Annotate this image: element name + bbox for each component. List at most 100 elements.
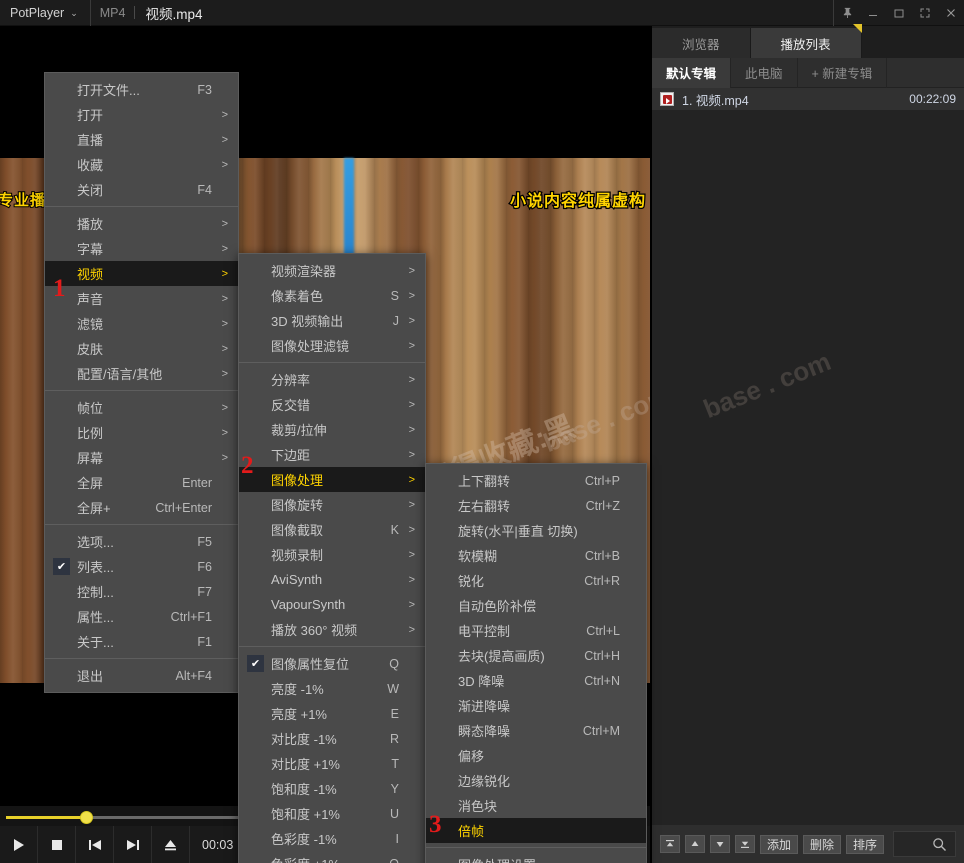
menu-item[interactable]: 退出 Alt+F4 <box>45 663 238 688</box>
menu-item[interactable]: 瞬态降噪 Ctrl+M <box>426 718 646 743</box>
minimize-icon[interactable] <box>860 0 886 26</box>
menu-item[interactable]: 亮度 +1% E <box>239 701 425 726</box>
menu-item[interactable]: 滤镜 > <box>45 311 238 336</box>
menu-item[interactable]: 配置/语言/其他 > <box>45 361 238 386</box>
menu-item[interactable]: 属性... Ctrl+F1 <box>45 604 238 629</box>
menu-item[interactable]: 打开 > <box>45 102 238 127</box>
add-button[interactable]: 添加 <box>760 834 799 854</box>
menu-item[interactable]: 屏幕 > <box>45 445 238 470</box>
image-processing-submenu[interactable]: 上下翻转 Ctrl+P 左右翻转 Ctrl+Z 旋转(水平|垂直 切换) 软模糊 Ctrl+… <box>425 463 647 863</box>
tab-playlist[interactable]: 播放列表 <box>750 24 862 58</box>
menu-item[interactable]: 饱和度 +1% U <box>239 801 425 826</box>
menu-item[interactable]: 上下翻转 Ctrl+P <box>426 468 646 493</box>
menu-item[interactable]: 视频录制 > <box>239 542 425 567</box>
menu-item[interactable]: 3D 降噪 Ctrl+N <box>426 668 646 693</box>
menu-item[interactable]: 图像处理设置... <box>426 852 646 863</box>
menu-item[interactable]: 帧位 > <box>45 395 238 420</box>
submenu-arrow-icon: > <box>408 623 415 636</box>
menu-item[interactable]: 下边距 > <box>239 442 425 467</box>
menu-item[interactable]: 图像截取 K > <box>239 517 425 542</box>
video-submenu[interactable]: 视频渲染器 > 像素着色 S >3D 视频输出 J > 图像处理滤镜 > 分辨率 > 反交错 > 裁剪/拉… <box>238 253 426 863</box>
menu-item[interactable]: 自动色阶补偿 <box>426 593 646 618</box>
subtab-new-album[interactable]: + 新建专辑 <box>798 57 888 88</box>
menu-item[interactable]: 收藏 > <box>45 152 238 177</box>
menu-item[interactable]: VapourSynth > <box>239 592 425 617</box>
menu-item[interactable]: 图像处理 > <box>239 467 425 492</box>
playlist-item-duration: 00:22:09 <box>909 92 956 106</box>
previous-button[interactable] <box>76 826 114 863</box>
menu-item-label: 视频录制 <box>271 548 324 563</box>
move-top-button[interactable] <box>660 835 680 853</box>
menu-item[interactable]: 关闭 F4 <box>45 177 238 202</box>
menu-item[interactable]: 软模糊 Ctrl+B <box>426 543 646 568</box>
stop-button[interactable] <box>38 826 76 863</box>
menu-item-shortcut: Ctrl+N <box>584 673 620 688</box>
menu-item[interactable]: 对比度 -1% R <box>239 726 425 751</box>
menu-item[interactable]: 反交错 > <box>239 392 425 417</box>
eject-button[interactable] <box>152 826 190 863</box>
close-icon[interactable] <box>938 0 964 26</box>
menu-item[interactable]: 旋转(水平|垂直 切换) <box>426 518 646 543</box>
play-button[interactable] <box>0 826 38 863</box>
menu-item[interactable]: 色彩度 +1% O <box>239 851 425 863</box>
menu-item[interactable]: 亮度 -1% W <box>239 676 425 701</box>
menu-item[interactable]: 图像旋转 > <box>239 492 425 517</box>
seek-handle[interactable] <box>80 811 93 824</box>
menu-item[interactable]: 播放 360° 视频 > <box>239 617 425 642</box>
menu-item[interactable]: 锐化 Ctrl+R <box>426 568 646 593</box>
menu-item[interactable]: ✔ 列表... F6 <box>45 554 238 579</box>
menu-item[interactable]: 关于... F1 <box>45 629 238 654</box>
subtab-this-pc[interactable]: 此电脑 <box>731 57 798 88</box>
search-input[interactable] <box>893 831 956 857</box>
menu-item[interactable]: 去块(提高画质) Ctrl+H <box>426 643 646 668</box>
menu-item[interactable]: 对比度 +1% T <box>239 751 425 776</box>
menu-item[interactable]: 渐进降噪 <box>426 693 646 718</box>
move-up-button[interactable] <box>685 835 705 853</box>
menu-item[interactable]: 控制... F7 <box>45 579 238 604</box>
list-item[interactable]: 1. 视频.mp4 00:22:09 <box>652 88 964 110</box>
move-bottom-button[interactable] <box>735 835 755 853</box>
menu-item[interactable]: 3D 视频输出 J > <box>239 308 425 333</box>
menu-item[interactable]: 裁剪/拉伸 > <box>239 417 425 442</box>
menu-item[interactable]: 全屏+ Ctrl+Enter <box>45 495 238 520</box>
menu-item[interactable]: 播放 > <box>45 211 238 236</box>
submenu-arrow-icon: > <box>221 367 228 380</box>
subtab-default-album[interactable]: 默认专辑 <box>652 57 732 88</box>
menu-item[interactable]: 饱和度 -1% Y <box>239 776 425 801</box>
menu-item[interactable]: 图像处理滤镜 > <box>239 333 425 358</box>
menu-item[interactable]: 视频 > <box>45 261 238 286</box>
sort-button[interactable]: 排序 <box>846 834 885 854</box>
main-context-menu[interactable]: 打开文件... F3 打开 > 直播 > 收藏 > 关闭 F4 播放 > 字幕 > 视频 > 声音 > 滤镜 > 皮肤 >… <box>44 72 239 693</box>
app-menu-button[interactable]: PotPlayer ⌄ <box>0 0 90 26</box>
menu-item[interactable]: 偏移 <box>426 743 646 768</box>
pin-icon[interactable] <box>834 0 860 26</box>
menu-item[interactable]: 色彩度 -1% I <box>239 826 425 851</box>
menu-item[interactable]: ✔ 图像属性复位 Q <box>239 651 425 676</box>
move-down-button[interactable] <box>710 835 730 853</box>
menu-item[interactable]: 边缘锐化 <box>426 768 646 793</box>
menu-item[interactable]: 倍帧 <box>426 818 646 843</box>
menu-item[interactable]: 皮肤 > <box>45 336 238 361</box>
menu-item[interactable]: 左右翻转 Ctrl+Z <box>426 493 646 518</box>
menu-item[interactable]: 打开文件... F3 <box>45 77 238 102</box>
menu-item-shortcut: F1 <box>197 634 212 649</box>
delete-button[interactable]: 删除 <box>803 834 842 854</box>
fullscreen-icon[interactable] <box>912 0 938 26</box>
menu-item[interactable]: 消色块 <box>426 793 646 818</box>
tab-browser[interactable]: 浏览器 <box>652 28 751 58</box>
menu-item[interactable]: 像素着色 S > <box>239 283 425 308</box>
menu-item[interactable]: 选项... F5 <box>45 529 238 554</box>
menu-item[interactable]: 分辨率 > <box>239 367 425 392</box>
maximize-icon[interactable] <box>886 0 912 26</box>
menu-item[interactable]: 直播 > <box>45 127 238 152</box>
menu-item[interactable]: 声音 > <box>45 286 238 311</box>
menu-item[interactable]: 比例 > <box>45 420 238 445</box>
menu-item[interactable]: 电平控制 Ctrl+L <box>426 618 646 643</box>
menu-item[interactable]: 全屏 Enter <box>45 470 238 495</box>
menu-item[interactable]: 视频渲染器 > <box>239 258 425 283</box>
next-button[interactable] <box>114 826 152 863</box>
menu-item[interactable]: 字幕 > <box>45 236 238 261</box>
menu-item[interactable]: AviSynth > <box>239 567 425 592</box>
menu-item-label: 偏移 <box>458 749 485 764</box>
playlist-tab-bar: 浏览器 播放列表 <box>652 24 964 58</box>
